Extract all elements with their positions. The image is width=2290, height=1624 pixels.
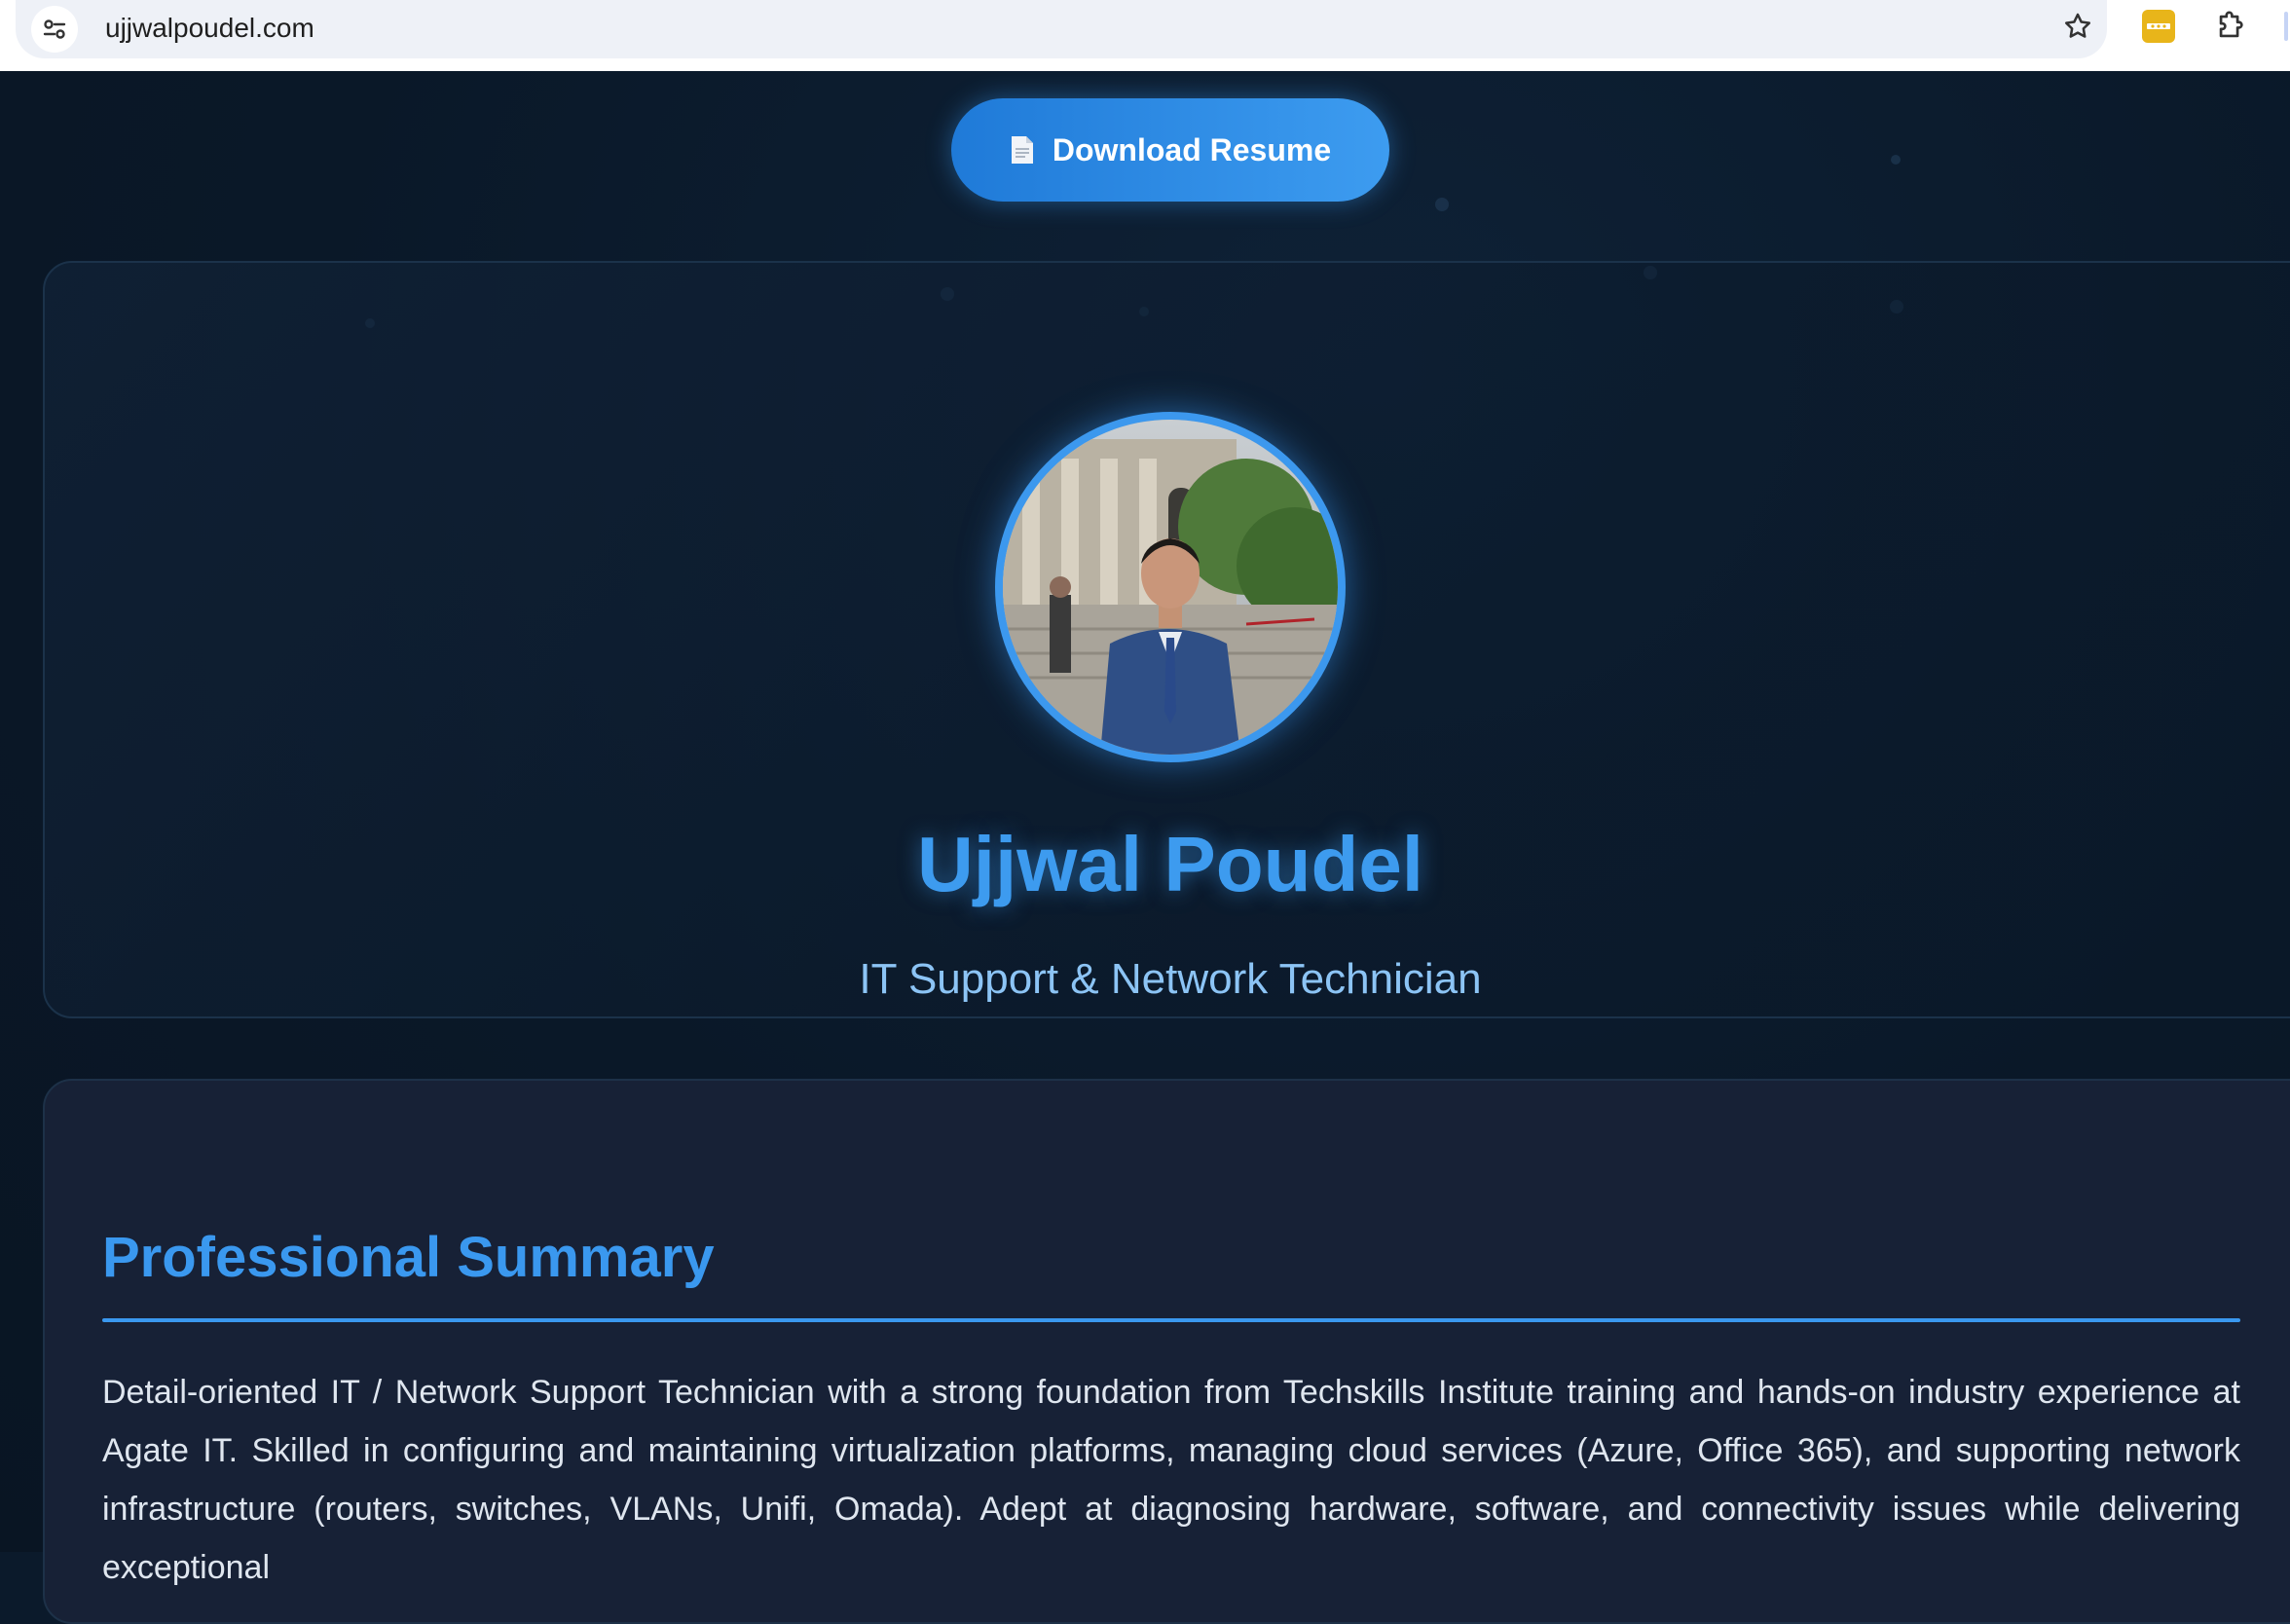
- section-divider: [102, 1318, 2240, 1322]
- extension-yellow-icon[interactable]: [2142, 10, 2175, 43]
- summary-paragraph: Detail-oriented IT / Network Support Tec…: [102, 1374, 2240, 1586]
- bookmark-star-icon[interactable]: [2057, 6, 2098, 47]
- extensions-puzzle-icon[interactable]: [2210, 6, 2251, 47]
- background-particle: [1891, 155, 1901, 165]
- url-text[interactable]: ujjwalpoudel.com: [105, 8, 314, 49]
- section-heading: Professional Summary: [102, 1226, 715, 1289]
- profile-name: Ujjwal Poudel: [916, 821, 1424, 907]
- address-bar[interactable]: ujjwalpoudel.com: [16, 0, 2107, 58]
- browser-toolbar: ujjwalpoudel.com: [0, 0, 2290, 71]
- background-particle: [1435, 198, 1449, 211]
- site-info-icon[interactable]: [31, 6, 78, 53]
- download-resume-button[interactable]: Download Resume: [951, 98, 1389, 202]
- document-icon: [1010, 134, 1035, 166]
- profile-photo: [995, 412, 1346, 762]
- profile-title: IT Support & Network Technician: [859, 955, 1482, 1003]
- download-resume-label: Download Resume: [1052, 131, 1332, 167]
- toolbar-edge-indicator: [2284, 12, 2288, 41]
